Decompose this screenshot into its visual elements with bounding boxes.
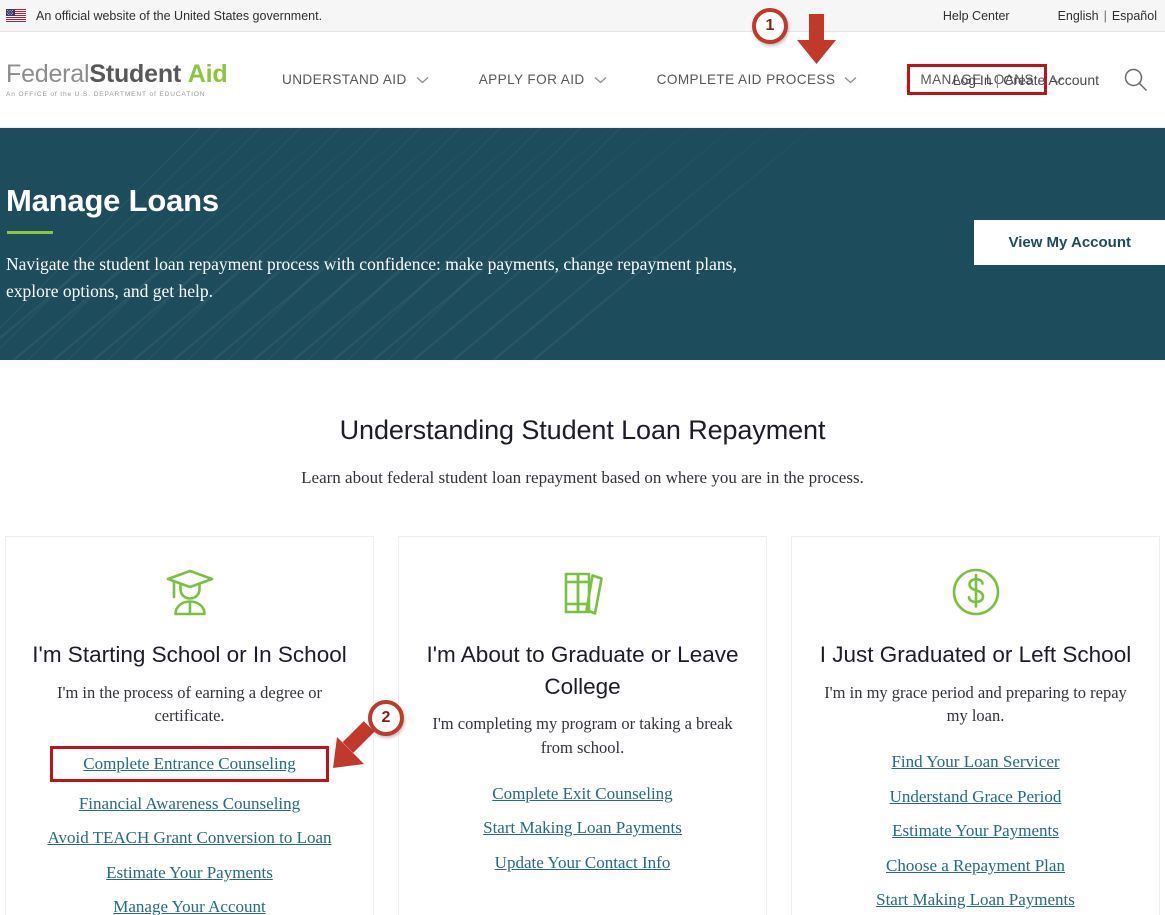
dollar-circle-icon	[804, 561, 1147, 623]
site-header: FederalStudent Aid An OFFICE of the U.S.…	[0, 32, 1165, 128]
card-starting-school: I'm Starting School or In School I'm in …	[5, 536, 374, 915]
link-manage-your-account[interactable]: Manage Your Account	[18, 894, 361, 915]
auth-separator: |	[995, 71, 1000, 88]
gov-banner: An official website of the United States…	[0, 0, 1165, 32]
language-english-link[interactable]: English	[1058, 9, 1099, 23]
annotation-marker-2: 2	[368, 700, 404, 736]
us-flag-icon	[6, 9, 26, 22]
chevron-down-icon	[844, 76, 857, 83]
link-start-making-loan-payments[interactable]: Start Making Loan Payments	[411, 815, 754, 841]
language-spanish-link[interactable]: Español	[1112, 9, 1157, 23]
annotation-marker-1: 1	[752, 8, 788, 44]
section-heading: Understanding Student Loan Repayment	[339, 415, 826, 445]
hero-cta-wrap: View My Account	[974, 220, 1165, 265]
search-icon[interactable]	[1121, 65, 1151, 95]
link-start-making-loan-payments[interactable]: Start Making Loan Payments	[804, 887, 1147, 913]
chevron-down-icon	[416, 76, 429, 83]
logo-word-aid: Aid	[187, 60, 228, 89]
link-understand-grace-period[interactable]: Understand Grace Period	[804, 784, 1147, 810]
create-account-link[interactable]: Create Account	[1003, 72, 1099, 88]
card-grid: I'm Starting School or In School I'm in …	[0, 536, 1165, 915]
chevron-down-icon	[594, 76, 607, 83]
graduation-cap-icon	[18, 561, 361, 623]
card-description: I'm in my grace period and preparing to …	[824, 682, 1127, 726]
utility-links: Help Center English | Español	[943, 0, 1165, 32]
page-title: Manage Loans	[6, 183, 219, 219]
nav-label: UNDERSTAND AID	[282, 72, 407, 87]
link-estimate-your-payments[interactable]: Estimate Your Payments	[18, 860, 361, 886]
card-description: I'm completing my program or taking a br…	[432, 714, 733, 757]
card-just-graduated: I Just Graduated or Left School I'm in m…	[791, 536, 1160, 915]
language-separator: |	[1103, 9, 1107, 23]
page-root: An official website of the United States…	[0, 0, 1165, 915]
site-logo[interactable]: FederalStudent Aid An OFFICE of the U.S.…	[0, 61, 270, 97]
nav-label: COMPLETE AID PROCESS	[656, 72, 836, 87]
logo-wordmark: FederalStudent Aid	[6, 61, 270, 87]
header-right: Log In | Create Account	[953, 65, 1165, 95]
help-center-link[interactable]: Help Center	[943, 9, 1010, 23]
main-content: Understanding Student Loan Repayment Lea…	[0, 360, 1165, 915]
logo-word-federal: Federal	[6, 60, 90, 89]
link-find-your-loan-servicer[interactable]: Find Your Loan Servicer	[804, 749, 1147, 775]
view-my-account-button[interactable]: View My Account	[974, 220, 1165, 265]
link-complete-entrance-counseling[interactable]: Complete Entrance Counseling	[50, 746, 329, 782]
card-links: Complete Entrance Counseling Financial A…	[18, 746, 361, 915]
link-financial-awareness-counseling[interactable]: Financial Awareness Counseling	[18, 791, 361, 817]
logo-tagline: An OFFICE of the U.S. DEPARTMENT of EDUC…	[6, 90, 206, 98]
card-description: I'm in the process of earning a degree o…	[56, 682, 323, 726]
nav-item-understand-aid[interactable]: UNDERSTAND AID	[282, 64, 455, 95]
card-title: I'm Starting School or In School	[32, 642, 347, 667]
card-title: I Just Graduated or Left School	[819, 642, 1132, 667]
books-icon	[411, 561, 754, 623]
hero-banner: Manage Loans Navigate the student loan r…	[0, 128, 1165, 360]
card-links: Complete Exit Counseling Start Making Lo…	[411, 781, 754, 876]
nav-item-complete-aid-process[interactable]: COMPLETE AID PROCESS	[657, 64, 884, 95]
card-about-to-graduate: I'm About to Graduate or Leave College I…	[398, 536, 767, 915]
link-estimate-your-payments[interactable]: Estimate Your Payments	[804, 818, 1147, 844]
section-subheading: Learn about federal student loan repayme…	[301, 468, 864, 487]
gov-banner-text: An official website of the United States…	[36, 8, 323, 23]
link-complete-exit-counseling[interactable]: Complete Exit Counseling	[411, 781, 754, 807]
log-in-link[interactable]: Log In	[953, 72, 992, 88]
link-choose-a-repayment-plan[interactable]: Choose a Repayment Plan	[804, 853, 1147, 879]
card-title: I'm About to Graduate or Leave College	[426, 642, 739, 699]
auth-links: Log In | Create Account	[953, 72, 1099, 88]
nav-item-apply-for-aid[interactable]: APPLY FOR AID	[479, 64, 633, 95]
nav-label: APPLY FOR AID	[478, 72, 585, 87]
logo-word-student: Student	[89, 60, 182, 89]
card-links: Find Your Loan Servicer Understand Grace…	[804, 749, 1147, 913]
link-avoid-teach-grant-conversion[interactable]: Avoid TEACH Grant Conversion to Loan	[18, 825, 361, 851]
hero-accent-rule	[7, 231, 53, 235]
main-navigation: UNDERSTAND AID APPLY FOR AID COMPLETE AI…	[282, 64, 1064, 95]
link-update-your-contact-info[interactable]: Update Your Contact Info	[411, 850, 754, 876]
hero-description: Navigate the student loan repayment proc…	[6, 254, 737, 301]
